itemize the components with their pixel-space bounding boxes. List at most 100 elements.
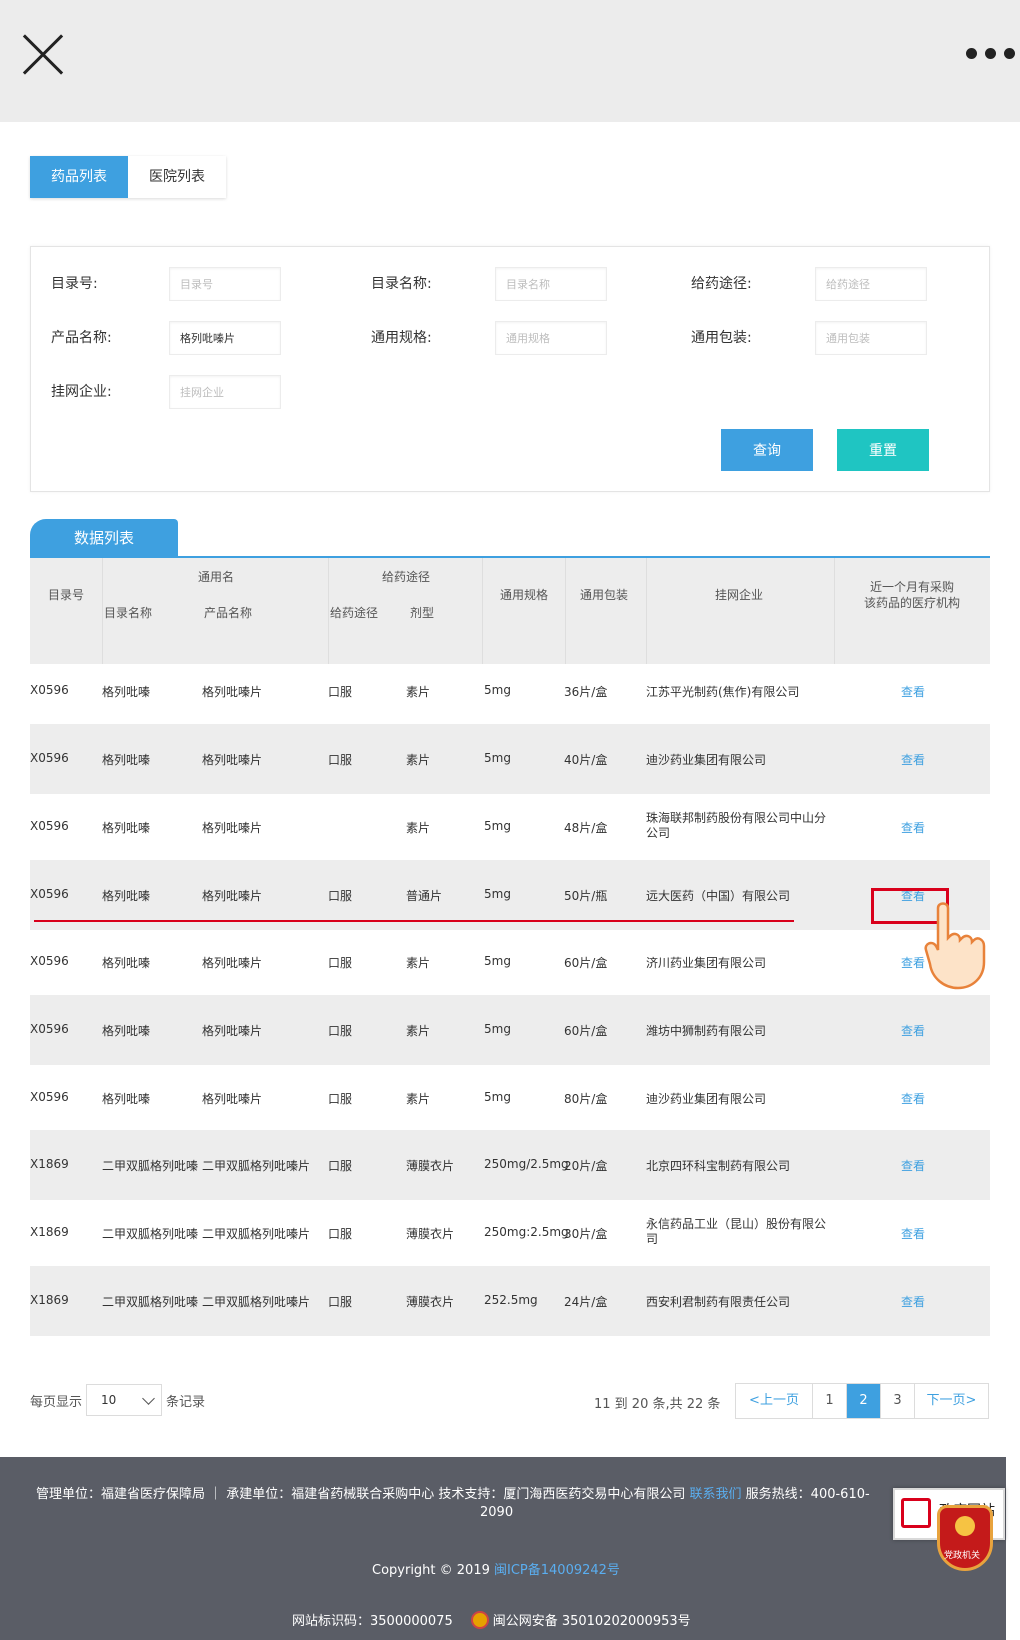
copyright-text: Copyright © 2019 [372,1563,495,1578]
cell-form: 素片 [406,821,431,835]
cell-company: 远大医药（中国）有限公司 [646,889,791,903]
icp-link[interactable]: 闽ICP备14009242号 [494,1563,620,1578]
header-divider [834,558,835,664]
route-label: 给药途径: [691,276,752,292]
product-name-input[interactable] [169,321,281,355]
footer-copyright-line: Copyright © 2019 闽ICP备14009242号 [372,1559,620,1578]
cell-product: 格列吡嗪片 [202,821,263,835]
header-generic-name: 通用名 [198,570,235,584]
cell-pack: 48片/盒 [564,821,608,835]
emblem-star-icon [955,1516,975,1536]
cell-no: X1869 [30,1293,69,1307]
cell-pack: 60片/盒 [564,1024,608,1038]
cell-pack: 36片/盒 [564,685,608,699]
cell-catalog: 二甲双胍格列吡嗪 [102,1159,199,1173]
police-record-text[interactable]: 闽公网安备 35010202000953号 [493,1610,691,1629]
cell-catalog: 二甲双胍格列吡嗪 [102,1227,199,1241]
view-link[interactable]: 查看 [901,1090,925,1107]
view-link[interactable]: 查看 [901,683,925,700]
cell-form: 素片 [406,1092,431,1106]
query-button[interactable]: 查询 [721,429,813,471]
header-catalog-name: 目录名称 [104,606,153,620]
table-row: X0596 格列吡嗪 格列吡嗪片 口服 素片 5mg 80片/盒 迪沙药业集团有限公司 查看 [30,1063,990,1133]
cell-pack: 30片/盒 [564,1227,608,1241]
cell-spec: 5mg [484,683,511,697]
cell-company: 永信药品工业（昆山）股份有限公司 [646,1217,827,1246]
header-recent-line2: 该药品的医疗机构 [864,596,961,610]
header-route: 给药途径 [330,606,379,620]
cell-form: 普通片 [406,889,443,903]
cell-company: 迪沙药业集团有限公司 [646,753,767,767]
close-icon[interactable] [20,32,66,78]
footer-hotline-text: 服务热线：400-610- [741,1487,870,1502]
spec-input[interactable] [495,321,607,355]
next-page-button[interactable]: 下一页> [914,1384,988,1418]
page-size-control: 每页显示 10 条记录 [30,1384,205,1416]
cell-form: 素片 [406,685,431,699]
page-2-button[interactable]: 2 [846,1384,880,1418]
pagination-info: 11 到 20 条,共 22 条 [594,1397,721,1412]
cell-company: 西安利君制药有限责任公司 [646,1295,791,1309]
top-bar [0,0,1020,122]
site-footer: 管理单位：福建省医疗保障局 ｜ 承建单位：福建省药械联合采购中心 技术支持：厦门… [0,1457,1006,1640]
contact-us-link[interactable]: 联系我们 [690,1487,742,1502]
catalog-name-input[interactable] [495,267,607,301]
highlight-underline [34,920,794,922]
cell-spec: 5mg [484,751,511,765]
package-label: 通用包装: [691,330,752,346]
company-label: 挂网企业: [51,384,112,400]
cell-route: 口服 [328,685,353,699]
cell-product: 格列吡嗪片 [202,889,263,903]
header-package: 通用包装 [580,588,629,602]
page-1-button[interactable]: 1 [812,1384,846,1418]
more-dots-icon[interactable] [966,48,1020,62]
view-link[interactable]: 查看 [901,1157,925,1174]
cell-route: 口服 [328,1227,353,1241]
cell-route: 口服 [328,889,353,903]
cell-company: 北京四环科宝制药有限公司 [646,1159,791,1173]
cell-pack: 80片/盒 [564,1092,608,1106]
view-link[interactable]: 查看 [901,1225,925,1242]
view-link[interactable]: 查看 [901,819,925,836]
cell-no: X0596 [30,954,69,968]
cell-pack: 20片/盒 [564,1159,608,1173]
view-link[interactable]: 查看 [901,1022,925,1039]
cell-product: 格列吡嗪片 [202,956,263,970]
reset-button[interactable]: 重置 [837,429,929,471]
cell-catalog: 格列吡嗪 [102,1024,151,1038]
party-organ-emblem-icon[interactable]: 党政机关 [937,1505,993,1571]
filter-panel: 目录号: 目录名称: 给药途径: 产品名称: 通用规格: 通用包装: 挂网企业:… [30,246,990,492]
cell-catalog: 格列吡嗪 [102,956,151,970]
tab-hospital-list[interactable]: 医院列表 [128,156,226,198]
cell-no: X0596 [30,751,69,765]
prev-page-button[interactable]: <上一页 [736,1384,812,1418]
catalog-no-input[interactable] [169,267,281,301]
package-input[interactable] [815,321,927,355]
header-divider [646,558,647,664]
table-header: 目录号 通用名 目录名称 产品名称 给药途径 给药途径 剂型 通用规格 通用包装… [30,558,990,664]
cell-pack: 24片/盒 [564,1295,608,1309]
spec-label: 通用规格: [371,330,432,346]
site-id-text: 网站标识码：3500000075 [292,1614,453,1629]
pagination: <上一页 1 2 3 下一页> [735,1383,989,1419]
header-dosage-form: 剂型 [410,606,435,620]
cell-company: 潍坊中狮制药有限公司 [646,1024,767,1038]
view-link[interactable]: 查看 [901,1293,925,1310]
route-input[interactable] [815,267,927,301]
header-company: 挂网企业 [715,588,764,602]
header-recent-line1: 近一个月有采购 [870,580,955,594]
footer-hotline-suffix: 2090 [480,1505,514,1520]
company-input[interactable] [169,375,281,409]
table-row: X0596 格列吡嗪 格列吡嗪片 素片 5mg 48片/盒 珠海联邦制药股份有限公司中山分公… [30,792,990,862]
view-link[interactable]: 查看 [901,751,925,768]
cell-catalog: 格列吡嗪 [102,821,151,835]
footer-management-text: 管理单位：福建省医疗保障局 ｜ 承建单位：福建省药械联合采购中心 技术支持：厦门… [36,1487,690,1502]
page-size-select[interactable]: 10 [86,1384,163,1416]
party-organ-text: 党政机关 [944,1551,981,1561]
table-row: X0596 格列吡嗪 格列吡嗪片 口服 素片 5mg 60片/盒 潍坊中狮制药有限公司 查看 [30,995,990,1065]
tab-drug-list[interactable]: 药品列表 [30,156,128,198]
header-product-name: 产品名称 [204,606,253,620]
page-3-button[interactable]: 3 [880,1384,914,1418]
cell-form: 素片 [406,753,431,767]
cell-catalog: 格列吡嗪 [102,685,151,699]
